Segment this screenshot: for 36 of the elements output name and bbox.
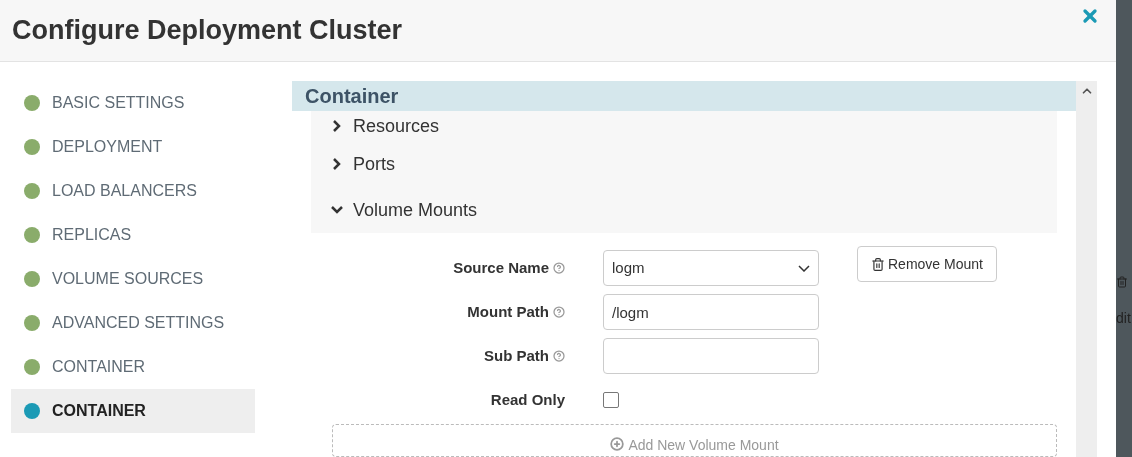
panel-title: Container (305, 84, 399, 109)
field-label: Mount Path (467, 301, 549, 322)
source-name-select[interactable]: logm (603, 250, 819, 286)
accordion-header[interactable]: Volume Mounts (311, 187, 1057, 233)
dialog-title: Configure Deployment Cluster (12, 14, 403, 48)
sidebar-item[interactable]: LOAD BALANCERS (11, 169, 255, 213)
help-icon[interactable] (553, 306, 565, 318)
plus-circle-icon (610, 437, 625, 451)
help-icon[interactable] (553, 262, 565, 274)
add-volume-mount-button[interactable]: Add New Volume Mount (332, 424, 1057, 457)
remove-mount-button[interactable]: Remove Mount (857, 246, 997, 282)
input-field[interactable]: /logm (603, 294, 819, 330)
accordion-header[interactable]: Ports (311, 141, 1057, 187)
chevron-right-icon (333, 158, 341, 170)
scrollbar[interactable] (1076, 81, 1097, 457)
sidebar-item[interactable]: ADVANCED SETTINGS (11, 301, 255, 345)
chevron-right-icon (333, 120, 341, 132)
sidebar-item[interactable]: BASIC SETTINGS (11, 81, 255, 125)
sidebar-item[interactable]: REPLICAS (11, 213, 255, 257)
field-label: Sub Path (484, 345, 549, 366)
trash-icon (871, 256, 885, 272)
input-field[interactable] (603, 338, 819, 374)
background-text: dit (1116, 311, 1132, 325)
chevron-down-icon (331, 206, 343, 214)
checkbox[interactable] (603, 392, 619, 408)
trash-icon (1116, 275, 1128, 289)
accordion-header[interactable]: Resources (311, 111, 1057, 141)
field-label: Source Name (453, 257, 549, 278)
sidebar-item[interactable]: DEPLOYMENT (11, 125, 255, 169)
sidebar-item[interactable]: VOLUME SOURCES (11, 257, 255, 301)
sidebar-item[interactable]: CONTAINER (11, 389, 255, 433)
chevron-down-icon (798, 264, 810, 272)
sidebar-item[interactable]: CONTAINER (11, 345, 255, 389)
help-icon[interactable] (553, 350, 565, 362)
field-label: Read Only (490, 389, 565, 410)
close-icon[interactable] (1080, 6, 1100, 26)
